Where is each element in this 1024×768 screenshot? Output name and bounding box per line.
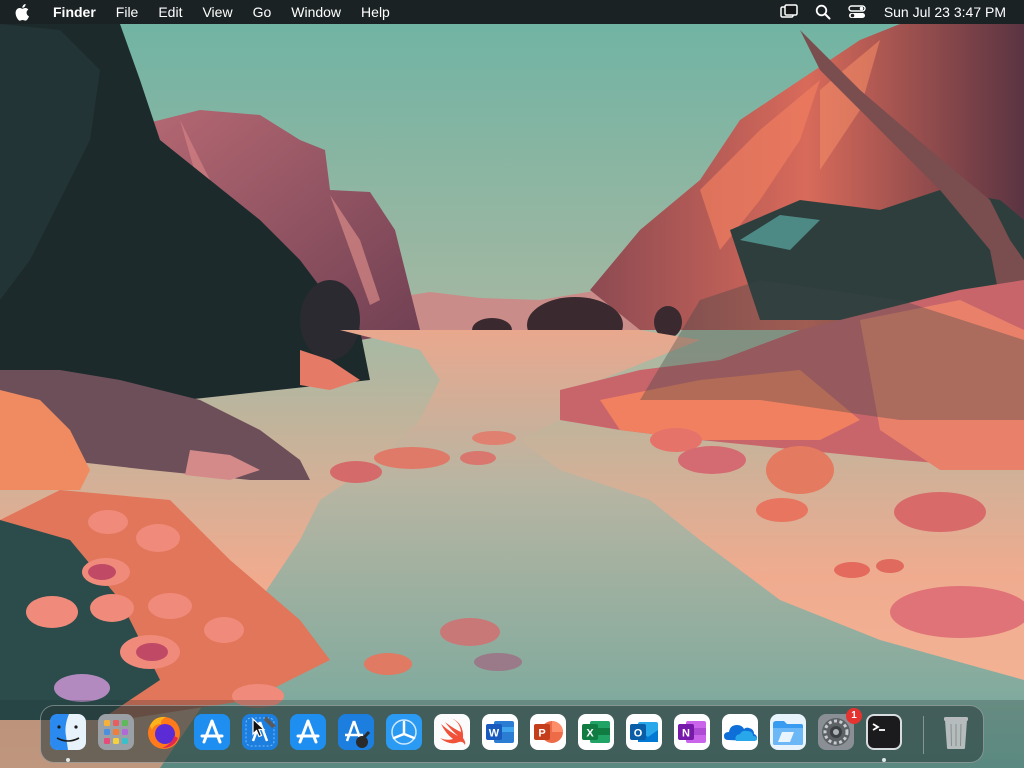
terminal-icon bbox=[866, 714, 902, 750]
app-store-icon bbox=[290, 714, 326, 750]
powerpoint-icon: P bbox=[530, 714, 566, 750]
swift-icon bbox=[434, 714, 470, 750]
dock-app-testflight[interactable] bbox=[384, 712, 424, 752]
dock-app-firefox[interactable] bbox=[144, 712, 184, 752]
menu-help[interactable]: Help bbox=[351, 0, 400, 24]
testflight-icon bbox=[386, 714, 422, 750]
launchpad-icon bbox=[98, 714, 134, 750]
trash-icon bbox=[944, 717, 968, 749]
instruments-icon bbox=[338, 714, 374, 750]
menu-bar-left: Finder File Edit View Go Window Help bbox=[0, 0, 400, 24]
dock-app-powerpoint[interactable]: P bbox=[528, 712, 568, 752]
onenote-icon: N bbox=[674, 714, 710, 750]
spotlight-search-icon[interactable] bbox=[812, 0, 834, 24]
menu-bar: Finder File Edit View Go Window Help Sun… bbox=[0, 0, 1024, 24]
svg-text:X: X bbox=[586, 728, 594, 740]
dock-app-app-store-2[interactable] bbox=[288, 712, 328, 752]
svg-text:N: N bbox=[682, 728, 690, 740]
running-indicator bbox=[882, 758, 886, 762]
dock-app-instruments[interactable] bbox=[336, 712, 376, 752]
svg-text:O: O bbox=[634, 728, 643, 740]
mouse-pointer-icon bbox=[252, 718, 266, 738]
svg-text:P: P bbox=[538, 728, 545, 740]
menu-file[interactable]: File bbox=[106, 0, 149, 24]
svg-text:W: W bbox=[489, 728, 500, 740]
app-store-icon bbox=[194, 714, 230, 750]
dock-app-onedrive[interactable] bbox=[720, 712, 760, 752]
dock-trash[interactable] bbox=[936, 712, 976, 752]
dock-app-excel[interactable]: X bbox=[576, 712, 616, 752]
outlook-icon: O bbox=[626, 714, 662, 750]
word-icon: W bbox=[482, 714, 518, 750]
menu-window[interactable]: Window bbox=[281, 0, 351, 24]
dock-app-finder[interactable] bbox=[48, 712, 88, 762]
excel-icon: X bbox=[578, 714, 614, 750]
dock-app-word[interactable]: W bbox=[480, 712, 520, 752]
finder-icon bbox=[50, 714, 86, 750]
dock: W P X O N 1 bbox=[40, 705, 984, 763]
screen-mirroring-icon[interactable] bbox=[778, 0, 800, 24]
menu-edit[interactable]: Edit bbox=[148, 0, 192, 24]
menu-app-finder[interactable]: Finder bbox=[49, 0, 106, 24]
dock-app-swift[interactable] bbox=[432, 712, 472, 752]
firefox-icon bbox=[148, 716, 180, 749]
onedrive-icon bbox=[722, 714, 758, 750]
control-center-icon[interactable] bbox=[846, 0, 868, 24]
dock-app-outlook[interactable]: O bbox=[624, 712, 664, 752]
menu-bar-status: Sun Jul 23 3:47 PM bbox=[766, 0, 1024, 24]
dock-app-app-store[interactable] bbox=[192, 712, 232, 752]
apple-menu-icon[interactable] bbox=[15, 0, 37, 24]
dock-app-file-explorer[interactable] bbox=[768, 712, 808, 752]
dock-app-system-settings[interactable]: 1 bbox=[816, 708, 862, 752]
dock-app-terminal[interactable] bbox=[864, 712, 904, 762]
dock-app-launchpad[interactable] bbox=[96, 712, 136, 752]
dock-separator bbox=[923, 716, 924, 754]
menu-view[interactable]: View bbox=[192, 0, 242, 24]
dock-app-onenote[interactable]: N bbox=[672, 712, 712, 752]
running-indicator bbox=[66, 758, 70, 762]
menu-go[interactable]: Go bbox=[243, 0, 282, 24]
folder-icon bbox=[770, 714, 806, 750]
notification-badge: 1 bbox=[846, 708, 862, 724]
desktop-wallpaper bbox=[0, 0, 1024, 768]
menu-bar-clock[interactable]: Sun Jul 23 3:47 PM bbox=[884, 4, 1006, 20]
